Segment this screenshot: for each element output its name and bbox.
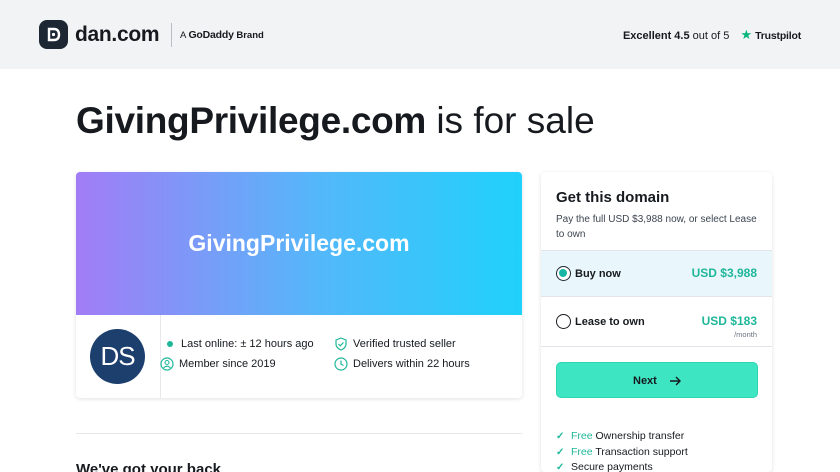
- page-title: GivingPrivilege.com is for sale: [76, 98, 595, 144]
- rating-scale: out of 5: [692, 30, 730, 42]
- purchase-subtitle: Pay the full USD $3,988 now, or select L…: [556, 214, 757, 240]
- verified-info: Verified trusted seller: [334, 337, 504, 351]
- lease-to-own-label: Lease to own: [575, 316, 645, 328]
- trustpilot-label: Trustpilot: [755, 30, 801, 42]
- last-online-text: Last online: ± 12 hours ago: [181, 338, 314, 350]
- next-button-label: Next: [633, 375, 657, 387]
- shield-check-icon: [335, 337, 347, 351]
- brand-suffix: Brand: [236, 30, 264, 41]
- buy-now-price: USD $3,988: [691, 266, 757, 280]
- verified-text: Verified trusted seller: [353, 338, 456, 350]
- user-icon: [160, 357, 174, 371]
- lease-to-own-option[interactable]: Lease to own USD $183 /month: [541, 297, 772, 347]
- seller-avatar: DS: [90, 329, 145, 384]
- banner-domain: GivingPrivilege.com: [188, 230, 410, 256]
- logo-divider: [171, 23, 172, 47]
- site-header: dan.com A GoDaddy Brand Excellent 4.5 ou…: [0, 0, 840, 69]
- trustpilot-rating[interactable]: Excellent 4.5 out of 5 ★ Trustpilot: [623, 28, 801, 43]
- purchase-title: Get this domain: [556, 189, 670, 206]
- perk-transaction: ✓ Free Transaction support: [556, 446, 688, 459]
- title-suffix: is for sale: [436, 100, 595, 141]
- lease-price: USD $183: [701, 314, 757, 328]
- section-title: We've got your back: [76, 461, 221, 472]
- check-icon: ✓: [556, 447, 565, 458]
- perk-free: Free: [571, 430, 593, 442]
- check-icon: ✓: [556, 431, 565, 442]
- listing-card: GivingPrivilege.com DS Last online: ± 12…: [76, 172, 522, 398]
- logo-text[interactable]: dan.com: [75, 22, 160, 48]
- buy-now-option[interactable]: Buy now USD $3,988: [541, 250, 772, 297]
- perk-text: Transaction support: [595, 446, 688, 458]
- dan-logo-icon[interactable]: [39, 20, 68, 49]
- brand-prefix: A: [180, 30, 186, 41]
- lease-to-own-radio[interactable]: [556, 314, 571, 329]
- buy-now-radio[interactable]: [556, 266, 571, 281]
- clock-icon: [334, 357, 348, 371]
- brand-name: GoDaddy: [188, 29, 234, 41]
- last-online-info: Last online: ± 12 hours ago: [164, 337, 314, 351]
- perk-free: Free: [571, 446, 593, 458]
- lease-unit: /month: [734, 330, 757, 339]
- domain-banner: GivingPrivilege.com: [76, 172, 522, 315]
- rating-label: Excellent 4.5: [622, 30, 690, 42]
- arrow-right-icon: [670, 376, 681, 386]
- next-button[interactable]: Next: [556, 362, 758, 398]
- check-icon: ✓: [556, 462, 565, 472]
- title-domain: GivingPrivilege.com: [76, 100, 427, 141]
- perk-text: Secure payments: [571, 461, 653, 472]
- godaddy-brand: A GoDaddy Brand: [180, 29, 264, 42]
- member-since-text: Member since 2019: [179, 358, 276, 370]
- buy-now-label: Buy now: [575, 268, 621, 280]
- member-since-info: Member since 2019: [160, 357, 310, 371]
- purchase-card: Get this domain Pay the full USD $3,988 …: [541, 172, 772, 472]
- section-divider: [76, 433, 522, 434]
- perk-text: Ownership transfer: [595, 430, 685, 442]
- perk-ownership: ✓ Free Ownership transfer: [556, 430, 684, 443]
- delivers-text: Delivers within 22 hours: [353, 358, 470, 370]
- perk-secure: ✓ Secure payments: [556, 461, 653, 472]
- trustpilot-star-icon: ★: [740, 27, 753, 42]
- online-dot-icon: [167, 341, 173, 347]
- delivers-info: Delivers within 22 hours: [334, 357, 504, 371]
